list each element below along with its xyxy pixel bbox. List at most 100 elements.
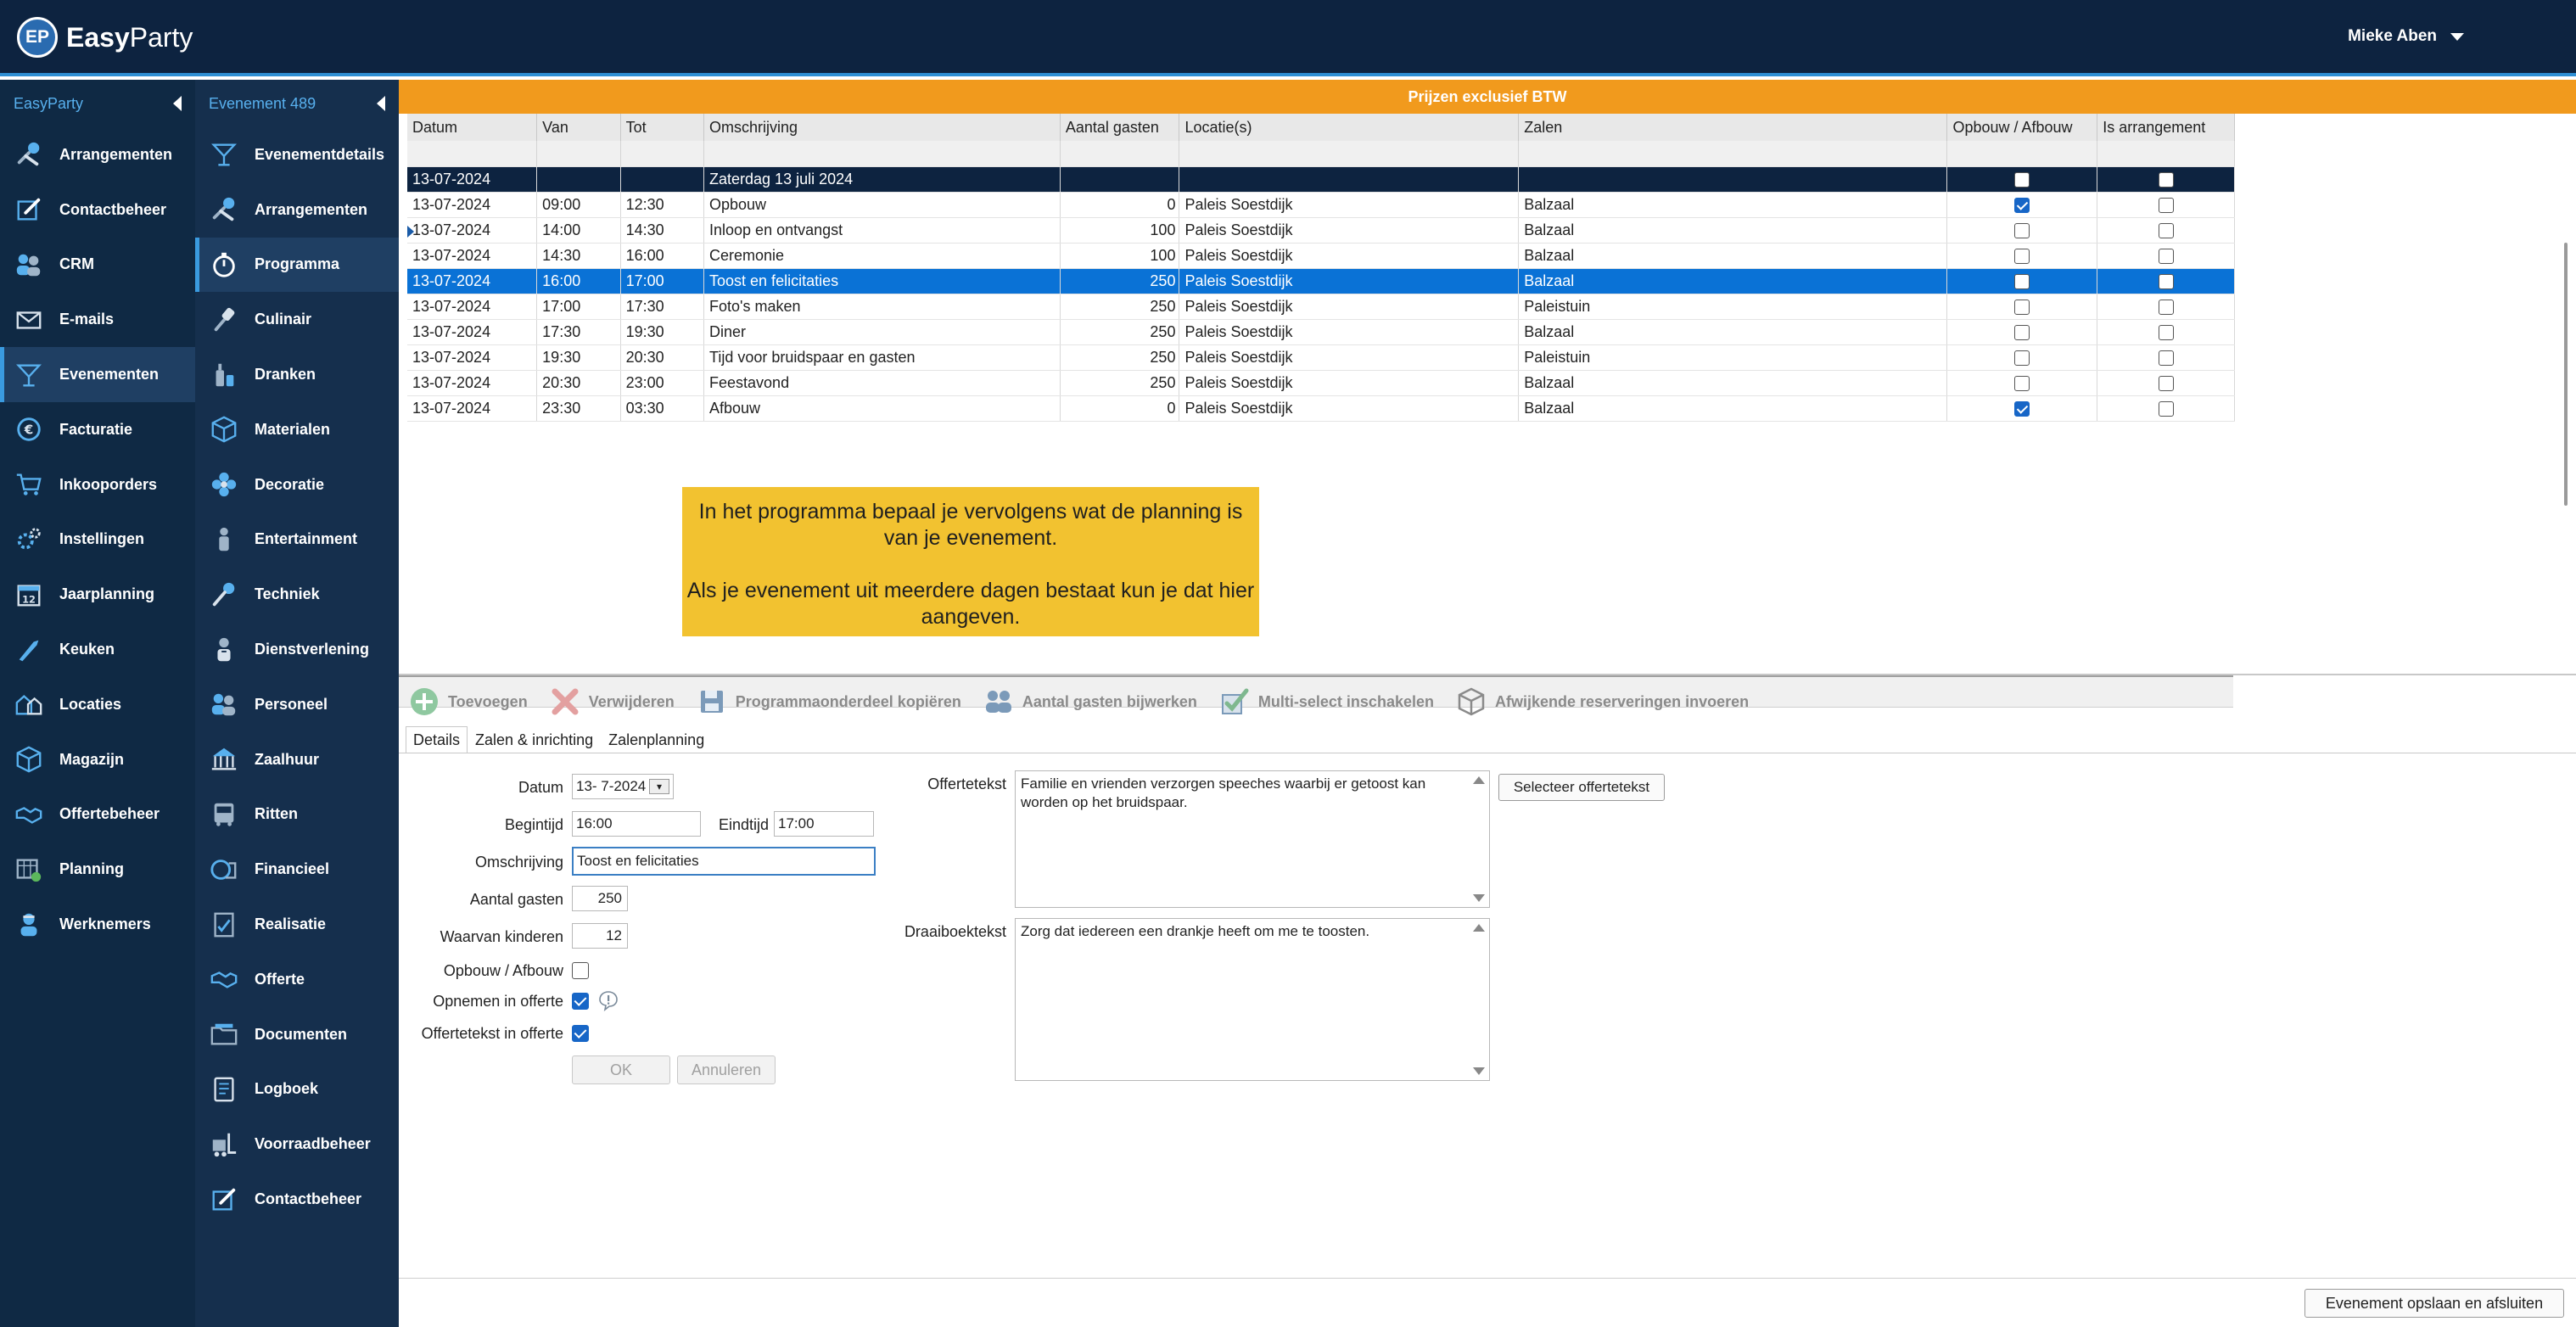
column-header-aantal-gasten[interactable]: Aantal gasten xyxy=(1060,114,1180,141)
collapse-icon[interactable] xyxy=(377,96,385,111)
event-sidebar-item-programma[interactable]: Programma xyxy=(195,237,399,293)
event-sidebar-item-dienstverlening[interactable]: Dienstverlening xyxy=(195,622,399,677)
save-close-button[interactable]: Evenement opslaan en afsluiten xyxy=(2304,1289,2564,1318)
event-sidebar-item-offerte[interactable]: Offerte xyxy=(195,952,399,1007)
opbouw-checkbox[interactable] xyxy=(2014,350,2030,366)
main-sidebar-item-arrangementen[interactable]: Arrangementen xyxy=(0,127,195,182)
select-offertetekst-button[interactable]: Selecteer offertetekst xyxy=(1498,774,1665,801)
arrangement-checkbox[interactable] xyxy=(2158,248,2174,264)
copy-button[interactable]: Programmaonderdeel kopiëren xyxy=(697,686,961,717)
opbouw-checkbox[interactable] xyxy=(2014,222,2030,238)
arrangement-checkbox[interactable] xyxy=(2158,400,2174,417)
reservations-button[interactable]: Afwijkende reserveringen invoeren xyxy=(1456,686,1749,717)
event-sidebar-item-evenementdetails[interactable]: Evenementdetails xyxy=(195,127,399,182)
column-header-is-arrangement[interactable]: Is arrangement xyxy=(2097,114,2235,141)
event-sidebar-item-financieel[interactable]: Financieel xyxy=(195,842,399,897)
begintijd-field[interactable]: 16:00 xyxy=(572,811,701,837)
column-header-tot[interactable]: Tot xyxy=(620,114,705,141)
opbouw-checkbox[interactable] xyxy=(2014,197,2030,213)
opbouw-checkbox[interactable] xyxy=(2014,299,2030,315)
opbouw-checkbox[interactable] xyxy=(2014,248,2030,264)
arrangement-checkbox[interactable] xyxy=(2158,197,2174,213)
arrangement-checkbox[interactable] xyxy=(2158,324,2174,340)
event-sidebar-item-entertainment[interactable]: Entertainment xyxy=(195,512,399,568)
event-sidebar-item-logboek[interactable]: Logboek xyxy=(195,1062,399,1117)
program-row[interactable]: 13-07-2024 14:30 16:00 Ceremonie 100 Paleis S… xyxy=(407,243,2235,269)
eindtijd-field[interactable]: 17:00 xyxy=(774,811,874,837)
main-sidebar-item-magazijn[interactable]: Magazijn xyxy=(0,732,195,787)
event-sidebar-item-ritten[interactable]: Ritten xyxy=(195,787,399,843)
draaiboektekst-field[interactable]: Zorg dat iedereen een drankje heeft om m… xyxy=(1015,918,1490,1081)
main-sidebar-item-inkooporders[interactable]: Inkooporders xyxy=(0,457,195,512)
main-sidebar-item-locaties[interactable]: Locaties xyxy=(0,677,195,732)
opbouw-checkbox[interactable] xyxy=(2014,273,2030,289)
event-sidebar-item-arrangementen[interactable]: Arrangementen xyxy=(195,182,399,238)
user-menu[interactable]: Mieke Aben xyxy=(2348,27,2464,46)
column-header-locaties[interactable]: Locatie(s) xyxy=(1179,114,1520,141)
event-sidebar-item-zaalhuur[interactable]: Zaalhuur xyxy=(195,732,399,787)
grid-vertical-scrollbar[interactable] xyxy=(2564,243,2568,506)
main-sidebar-item-offertebeheer[interactable]: Offertebeheer xyxy=(0,787,195,843)
calendar-icon[interactable]: ▾ xyxy=(649,779,669,794)
event-sidebar-item-documenten[interactable]: Documenten xyxy=(195,1007,399,1062)
draaiboektekst-scrollbar[interactable] xyxy=(1470,919,1489,1080)
info-icon[interactable] xyxy=(597,989,619,1011)
day-opbouw-checkbox[interactable] xyxy=(2014,171,2030,188)
program-row[interactable]: 13-07-2024 09:00 12:30 Opbouw 0 Paleis Soestd… xyxy=(407,192,2235,218)
event-sidebar-item-techniek[interactable]: Techniek xyxy=(195,567,399,622)
main-sidebar-item-keuken[interactable]: Keuken xyxy=(0,622,195,677)
delete-button[interactable]: Verwijderen xyxy=(550,686,675,717)
app-logo[interactable]: EP EasyParty xyxy=(17,17,193,58)
main-sidebar-item-contactbeheer[interactable]: Contactbeheer xyxy=(0,182,195,238)
arrangement-checkbox[interactable] xyxy=(2158,222,2174,238)
offertetekst-offerte-checkbox[interactable] xyxy=(572,1025,589,1042)
event-sidebar-item-contactbeheer[interactable]: Contactbeheer xyxy=(195,1172,399,1227)
program-row[interactable]: 13-07-2024 19:30 20:30 Tijd voor bruidspaar… xyxy=(407,344,2235,371)
column-header-van[interactable]: Van xyxy=(536,114,621,141)
collapse-icon[interactable] xyxy=(173,96,182,111)
arrangement-checkbox[interactable] xyxy=(2158,350,2174,366)
opbouw-checkbox[interactable] xyxy=(2014,375,2030,391)
tab-zalenplanning[interactable]: Zalenplanning xyxy=(601,726,712,753)
offertetekst-scrollbar[interactable] xyxy=(1470,771,1489,907)
column-header-zalen[interactable]: Zalen xyxy=(1518,114,1948,141)
ok-button[interactable]: OK xyxy=(572,1055,670,1084)
event-sidebar-item-voorraadbeheer[interactable]: Voorraadbeheer xyxy=(195,1117,399,1172)
main-sidebar-item-evenementen[interactable]: Evenementen xyxy=(0,347,195,402)
column-header-datum[interactable]: Datum xyxy=(407,114,538,141)
multiselect-button[interactable]: Multi-select inschakelen xyxy=(1219,686,1434,717)
main-sidebar-item-facturatie[interactable]: € Facturatie xyxy=(0,402,195,457)
event-sidebar-item-decoratie[interactable]: Decoratie xyxy=(195,457,399,512)
program-row[interactable]: 13-07-2024 17:30 19:30 Diner 250 Paleis Soest… xyxy=(407,319,2235,345)
program-row[interactable]: 13-07-2024 20:30 23:00 Feestavond 250 Paleis … xyxy=(407,370,2235,396)
update-guests-button[interactable]: Aantal gasten bijwerken xyxy=(983,686,1197,717)
opbouw-checkbox[interactable] xyxy=(2014,324,2030,340)
day-group-row[interactable]: 13-07-2024 Zaterdag 13 juli 2024 xyxy=(407,166,2235,193)
opbouw-afbouw-checkbox[interactable] xyxy=(572,962,589,979)
offertetekst-field[interactable]: Familie en vrienden verzorgen speeches w… xyxy=(1015,770,1490,908)
aantal-gasten-field[interactable]: 250 xyxy=(572,886,628,911)
kinderen-field[interactable]: 12 xyxy=(572,923,628,949)
arrangement-checkbox[interactable] xyxy=(2158,299,2174,315)
main-sidebar-item-e-mails[interactable]: E-mails xyxy=(0,292,195,347)
main-sidebar-item-jaarplanning[interactable]: 12 Jaarplanning xyxy=(0,567,195,622)
arrangement-checkbox[interactable] xyxy=(2158,375,2174,391)
program-row[interactable]: 13-07-2024 16:00 17:00 Toost en felicitatie… xyxy=(407,268,2235,294)
column-header-opbouw-afbouw[interactable]: Opbouw / Afbouw xyxy=(1946,114,2098,141)
arrangement-checkbox[interactable] xyxy=(2158,273,2174,289)
event-sidebar-item-materialen[interactable]: Materialen xyxy=(195,402,399,457)
opbouw-checkbox[interactable] xyxy=(2014,400,2030,417)
main-sidebar-item-planning[interactable]: Planning xyxy=(0,842,195,897)
datum-field[interactable]: 13- 7-2024 ▾ xyxy=(572,774,674,799)
panel-splitter[interactable] xyxy=(399,674,2576,675)
main-sidebar-item-werknemers[interactable]: Werknemers xyxy=(0,897,195,952)
event-sidebar-item-personeel[interactable]: Personeel xyxy=(195,677,399,732)
day-arrangement-checkbox[interactable] xyxy=(2158,171,2174,188)
program-row[interactable]: 13-07-2024 14:00 14:30 Inloop en ontvangst 1… xyxy=(407,217,2235,244)
tab-details[interactable]: Details xyxy=(406,726,468,753)
cancel-button[interactable]: Annuleren xyxy=(677,1055,776,1084)
opnemen-offerte-checkbox[interactable] xyxy=(572,993,589,1010)
main-sidebar-item-instellingen[interactable]: Instellingen xyxy=(0,512,195,568)
column-header-omschrijving[interactable]: Omschrijving xyxy=(703,114,1061,141)
tab-zalen-inrichting[interactable]: Zalen & inrichting xyxy=(468,726,601,753)
